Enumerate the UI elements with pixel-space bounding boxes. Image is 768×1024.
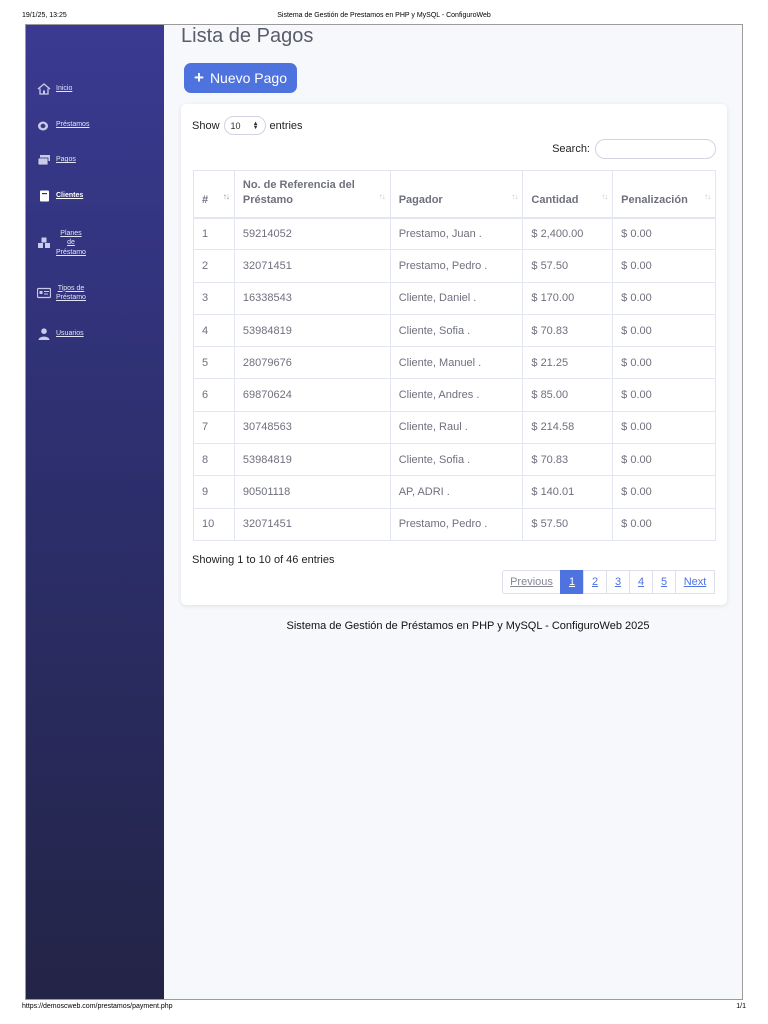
table-row: 10 32071451 Prestamo, Pedro . $ 57.50 $ 0.00 xyxy=(193,507,716,541)
pagination-page-4[interactable]: 4 xyxy=(629,570,653,594)
pagination-next[interactable]: Next xyxy=(675,570,715,594)
table-row: 7 30748563 Cliente, Raul . $ 214.58 $ 0.00 xyxy=(193,410,716,445)
pagination-page-5[interactable]: 5 xyxy=(652,570,676,594)
table-row: 5 28079676 Cliente, Manuel . $ 21.25 $ 0.00 xyxy=(193,346,716,380)
search-input[interactable] xyxy=(595,139,716,159)
search-label: Search: xyxy=(552,143,590,155)
entries-select-value: 10 xyxy=(230,120,241,131)
print-footer: https://demoscweb.com/prestamos/payment.… xyxy=(0,1000,768,1024)
entries-select[interactable]: 10 ▲ ▼ xyxy=(223,116,266,135)
sidebar-item-clientes[interactable]: Clientes xyxy=(26,189,164,203)
browser-page: Inicio Préstamos Pagos Clientes Planes d… xyxy=(25,24,743,1000)
page-footer: Sistema de Gestión de Préstamos en PHP y… xyxy=(286,620,650,632)
pagination-page-1[interactable]: 1 xyxy=(560,570,584,594)
entries-length-control: Show 10 ▲ ▼ entries xyxy=(192,116,303,135)
sidebar: Inicio Préstamos Pagos Clientes Planes d… xyxy=(26,25,164,999)
new-payment-label: Nuevo Pago xyxy=(209,70,287,86)
sort-arrows-icon: ▲ ▼ xyxy=(252,120,259,131)
column-header-payer[interactable]: Pagador ↑↓ xyxy=(389,170,524,219)
table-row: 3 16338543 Cliente, Daniel . $ 170.00 $ 0.00 xyxy=(193,281,716,315)
home-icon xyxy=(37,83,51,95)
sidebar-item-label: Clientes xyxy=(56,192,84,200)
sidebar-item-label: Planes de Préstamo xyxy=(56,229,86,256)
table-header-row: # ↑↓ No. de Referencia del Préstamo ↑↓ Pag… xyxy=(193,170,716,219)
table-info: Showing 1 to 10 of 46 entries xyxy=(192,554,335,566)
payments-card: Show 10 ▲ ▼ entries Search: # ↑↓ No. de Re… xyxy=(181,104,727,605)
column-header-amount[interactable]: Cantidad ↑↓ xyxy=(522,170,614,219)
sidebar-item-label: Tipos de Préstamo xyxy=(56,284,86,302)
table-row: 8 53984819 Cliente, Sofia . $ 70.83 $ 0.00 xyxy=(193,443,716,477)
coins-icon xyxy=(37,119,51,131)
pagination-previous[interactable]: Previous xyxy=(502,570,561,594)
page-title: Lista de Pagos xyxy=(181,25,314,47)
sidebar-item-tipos-prestamo[interactable]: Tipos de Préstamo xyxy=(26,283,164,303)
sort-icon: ↑↓ xyxy=(601,191,608,201)
print-header: 19/1/25, 13:25 Sistema de Gestión de Pre… xyxy=(0,0,768,24)
sort-icon: ↑↓ xyxy=(378,191,386,201)
column-header-penalty[interactable]: Penalización ↑↓ xyxy=(612,170,716,219)
print-title: Sistema de Gestión de Prestamos en PHP y… xyxy=(277,12,491,19)
money-bill-icon xyxy=(37,154,51,166)
column-header-reference[interactable]: No. de Referencia del Préstamo ↑↓ xyxy=(233,170,391,219)
sidebar-item-usuarios[interactable]: Usuarios xyxy=(26,327,164,341)
sort-icon: ↑↓ xyxy=(704,191,711,201)
new-payment-button[interactable]: + Nuevo Pago xyxy=(184,63,297,93)
table-row: 2 32071451 Prestamo, Pedro . $ 57.50 $ 0.00 xyxy=(193,249,716,283)
show-label: Show xyxy=(192,119,220,132)
payments-table: # ↑↓ No. de Referencia del Préstamo ↑↓ Pag… xyxy=(193,170,716,541)
table-row: 6 69870624 Cliente, Andres . $ 85.00 $ 0.00 xyxy=(193,378,716,412)
user-icon xyxy=(37,328,51,340)
sidebar-item-label: Inicio xyxy=(56,85,73,93)
table-row: 1 59214052 Prestamo, Juan . $ 2,400.00 $ 0.0… xyxy=(193,216,716,251)
table-row: 4 53984819 Cliente, Sofia . $ 70.83 $ 0.00 xyxy=(193,313,716,348)
search-control: Search: xyxy=(552,139,716,159)
cubes-icon xyxy=(37,237,51,249)
table-row: 9 90501118 AP, ADRI . $ 140.01 $ 0.00 xyxy=(193,475,716,509)
sidebar-item-inicio[interactable]: Inicio xyxy=(26,82,164,96)
main-content: Lista de Pagos + Nuevo Pago Show 10 ▲ ▼ e… xyxy=(164,25,742,999)
sidebar-item-prestamos[interactable]: Préstamos xyxy=(26,118,164,132)
pagination: Previous 1 2 3 4 5 Next xyxy=(502,570,715,594)
id-card-icon xyxy=(37,287,51,299)
plus-icon: + xyxy=(194,68,204,87)
sort-icon: ↑↓ xyxy=(222,191,230,201)
sidebar-item-label: Usuarios xyxy=(56,330,84,338)
pagination-page-3[interactable]: 3 xyxy=(606,570,630,594)
column-header-number[interactable]: # ↑↓ xyxy=(193,170,235,219)
sort-icon: ↑↓ xyxy=(511,191,518,201)
sidebar-item-label: Préstamos xyxy=(56,121,90,129)
sidebar-item-label: Pagos xyxy=(56,156,76,164)
print-url: https://demoscweb.com/prestamos/payment.… xyxy=(22,1003,173,1010)
book-icon xyxy=(37,190,51,202)
print-page-number: 1/1 xyxy=(736,1003,746,1010)
sidebar-item-pagos[interactable]: Pagos xyxy=(26,153,164,167)
sidebar-item-planes-prestamo[interactable]: Planes de Préstamo xyxy=(26,228,164,258)
entries-label: entries xyxy=(269,119,303,132)
pagination-page-2[interactable]: 2 xyxy=(583,570,607,594)
